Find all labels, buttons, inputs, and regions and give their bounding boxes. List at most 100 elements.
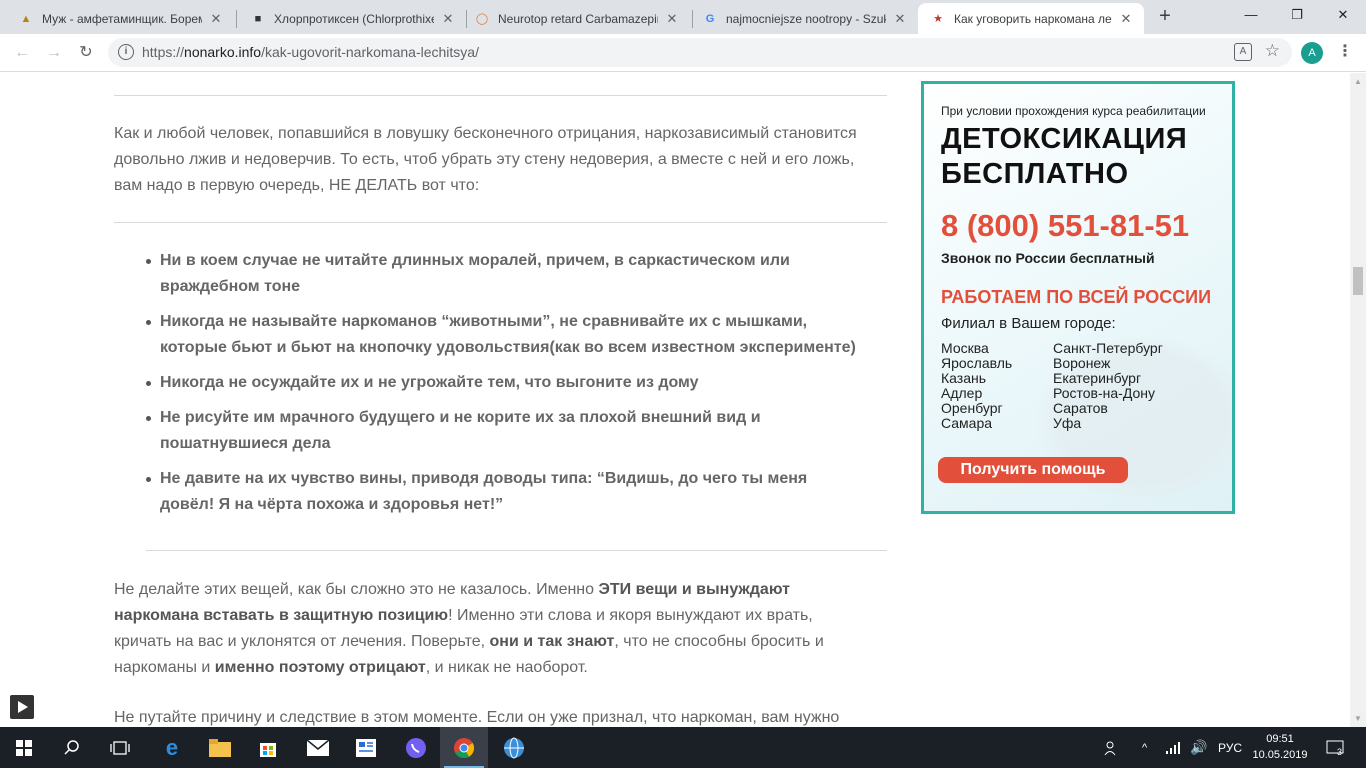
language-indicator[interactable]: РУС	[1218, 727, 1242, 768]
city-item: Санкт-Петербург	[1053, 340, 1163, 356]
tab-1[interactable]: ▲ Муж - амфетаминщик. Борем ✕	[6, 3, 234, 34]
bookmark-star-icon[interactable]: ☆	[1265, 41, 1280, 61]
mail-icon	[307, 739, 329, 756]
notification-count: 3	[1337, 746, 1343, 757]
tab-3[interactable]: ◯ Neurotop retard Carbamazepin ✕	[462, 3, 690, 34]
city-item: Адлер	[941, 385, 983, 401]
globe-icon	[504, 737, 524, 758]
translate-icon[interactable]: A	[1234, 43, 1252, 61]
network-icon[interactable]	[1166, 727, 1180, 768]
menu-icon[interactable]: ⋮	[1337, 42, 1353, 64]
list-item: Не давите на их чувство вины, приводя до…	[146, 466, 860, 518]
bold-span: они и так знают	[489, 633, 615, 650]
tray-overflow-icon[interactable]: ^	[1142, 727, 1147, 768]
ad-phone[interactable]: 8 (800) 551-81-51	[941, 208, 1189, 244]
store-taskbar-button[interactable]	[244, 727, 292, 768]
pill-icon: ◯	[475, 13, 489, 25]
scrollbar-thumb[interactable]	[1353, 267, 1363, 295]
url-text[interactable]: https://nonarko.info/kak-ugovorit-narkom…	[142, 44, 479, 60]
play-icon[interactable]	[10, 695, 34, 719]
task-view-button[interactable]	[96, 727, 144, 768]
bold-span: именно поэтому отрицают	[214, 659, 426, 676]
headline-line: ДЕТОКСИКАЦИЯ	[941, 123, 1188, 155]
city-item: Саратов	[1053, 400, 1108, 416]
tab-5-active[interactable]: ★ Как уговорить наркомана лечь ✕	[918, 3, 1144, 34]
get-help-button[interactable]: Получить помощь	[938, 457, 1128, 483]
page-viewport: Как и любой человек, попавшийся в ловушк…	[0, 73, 1350, 727]
store-icon	[260, 742, 276, 757]
tab-2[interactable]: ■ Хлорпротиксен (Chlorprothixe ✕	[238, 3, 466, 34]
divider	[114, 95, 887, 96]
third-paragraph: Не путайте причину и следствие в этом мо…	[114, 709, 840, 726]
clock-time: 09:51	[1266, 733, 1294, 745]
folder-icon	[209, 738, 231, 757]
city-item: Ростов-на-Дону	[1053, 385, 1155, 401]
chrome-taskbar-button[interactable]	[440, 727, 488, 768]
explorer-taskbar-button[interactable]	[196, 727, 244, 768]
tab-strip: ▲ Муж - амфетаминщик. Борем ✕ ■ Хлорпрот…	[0, 0, 1366, 34]
edge-icon: e	[165, 734, 179, 760]
close-tab-icon[interactable]: ✕	[440, 11, 456, 27]
app-taskbar-button[interactable]	[490, 727, 538, 768]
ad-headline: ДЕТОКСИКАЦИЯ БЕСПЛАТНО	[941, 122, 1187, 192]
tab-title: Хлорпротиксен (Chlorprothixe	[274, 11, 434, 26]
second-paragraph: Не делайте этих вещей, как бы сложно это…	[114, 577, 854, 681]
new-tab-button[interactable]: +	[1153, 5, 1177, 29]
address-bar[interactable]: i https://nonarko.info/kak-ugovorit-nark…	[108, 38, 1292, 67]
chrome-icon	[454, 737, 475, 758]
city-item: Ярославль	[941, 355, 1013, 371]
list-item: Не рисуйте им мрачного будущего и не кор…	[146, 405, 860, 457]
search-icon	[64, 739, 79, 755]
browser-toolbar: ← → ↻ i https://nonarko.info/kak-ugovori…	[0, 34, 1366, 72]
intro-paragraph: Как и любой человек, попавшийся в ловушк…	[114, 125, 857, 194]
start-button[interactable]	[0, 727, 48, 768]
edge-taskbar-button[interactable]: e	[148, 727, 196, 768]
close-tab-icon[interactable]: ✕	[892, 11, 908, 27]
scroll-up-arrow-icon[interactable]: ▲	[1354, 77, 1362, 86]
ad-subtitle: При условии прохождения курса реабилитац…	[941, 104, 1206, 118]
ad-phone-note: Звонок по России бесплатный	[941, 250, 1155, 266]
news-taskbar-button[interactable]	[342, 727, 390, 768]
info-icon[interactable]: i	[118, 44, 134, 60]
people-glyph-icon	[1104, 741, 1116, 755]
signal-bars-icon	[1166, 741, 1180, 754]
city-item: Воронеж	[1053, 355, 1111, 371]
divider	[114, 222, 887, 223]
url-host: nonarko.info	[184, 44, 262, 60]
tab-separator	[236, 10, 237, 28]
clock[interactable]: 09:51 10.05.2019	[1252, 731, 1308, 763]
volume-icon[interactable]: 🔊	[1190, 727, 1207, 768]
back-button[interactable]: ←	[10, 41, 34, 65]
url-scheme: https://	[142, 44, 185, 60]
close-tab-icon[interactable]: ✕	[208, 11, 224, 27]
page-scrollbar[interactable]: ▲ ▼	[1350, 73, 1366, 727]
profile-avatar[interactable]: A	[1301, 42, 1323, 64]
close-tab-icon[interactable]: ✕	[664, 11, 680, 27]
tab-4[interactable]: G najmocniejsze nootropy - Szuk ✕	[690, 3, 918, 34]
close-window-button[interactable]: ✕	[1320, 0, 1366, 30]
tab-title: Neurotop retard Carbamazepin	[498, 11, 658, 26]
text-span: Не делайте этих вещей, как бы сложно это…	[114, 581, 599, 598]
bear-icon: ▲	[20, 12, 32, 25]
restore-button[interactable]: ❐	[1274, 0, 1320, 30]
url-path: /kak-ugovorit-narkomana-lechitsya/	[261, 44, 479, 60]
pixel-icon: ■	[254, 12, 262, 25]
mail-taskbar-button[interactable]	[294, 727, 342, 768]
rehab-ad-banner[interactable]: При условии прохождения курса реабилитац…	[921, 81, 1235, 514]
forward-button[interactable]: →	[42, 41, 66, 65]
task-view-icon	[110, 740, 130, 755]
city-item: Екатеринбург	[1053, 370, 1142, 386]
scroll-down-arrow-icon[interactable]: ▼	[1354, 714, 1362, 723]
divider	[146, 550, 887, 551]
google-icon: G	[705, 12, 715, 25]
search-button[interactable]	[48, 727, 96, 768]
reload-button[interactable]: ↻	[74, 41, 98, 65]
city-item: Самара	[941, 415, 993, 431]
city-item: Казань	[941, 370, 987, 386]
notifications-button[interactable]: 3	[1326, 727, 1344, 768]
people-icon[interactable]	[1104, 727, 1120, 768]
minimize-button[interactable]: —	[1228, 0, 1274, 30]
tab-title: najmocniejsze nootropy - Szuk	[726, 11, 886, 26]
viber-taskbar-button[interactable]	[392, 727, 440, 768]
close-tab-icon[interactable]: ✕	[1118, 11, 1134, 27]
